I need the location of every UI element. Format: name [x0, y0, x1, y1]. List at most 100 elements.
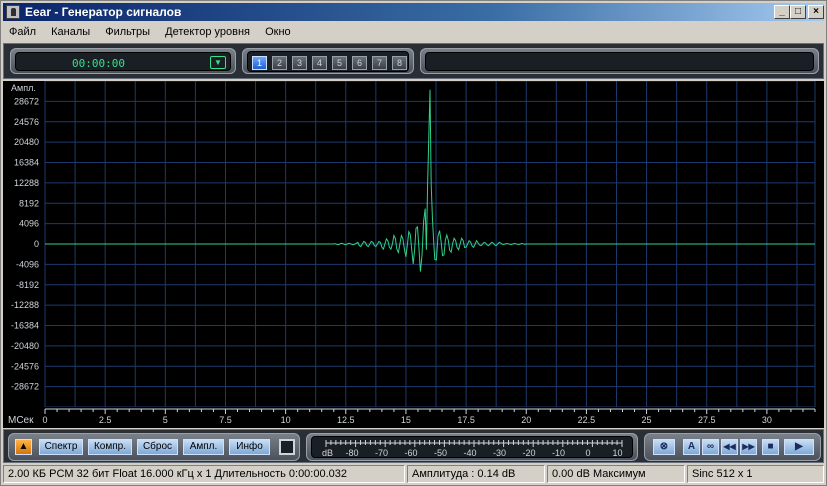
channel-button-8[interactable]: 8 [392, 56, 407, 70]
minimize-button[interactable]: _ [774, 5, 790, 19]
x-tick-label: 10 [281, 415, 291, 425]
channel-button-1[interactable]: 1 [252, 56, 267, 70]
status-amplitude: Амплитуда : 0.14 dB [407, 465, 545, 483]
y-axis-title: Ампл. [11, 83, 36, 93]
timecode-display: 00:00:00 ▼ [15, 52, 231, 71]
close-button[interactable]: × [808, 5, 824, 19]
x-tick-label: 22.5 [578, 415, 596, 425]
stop-icon[interactable]: ■ [762, 439, 779, 455]
app-window: Eear - Генератор сигналов _ □ × Файл Кан… [0, 0, 827, 486]
window-title: Eear - Генератор сигналов [25, 5, 182, 19]
x-tick-label: 30 [762, 415, 772, 425]
y-tick-label: -16384 [11, 321, 39, 331]
x-tick-label: 5 [163, 415, 168, 425]
level-meter-panel: dB -80 -70 -60 -50 -40 -30 -20 -10 0 10 [306, 433, 638, 461]
meter-tick-label: -30 [493, 448, 506, 458]
meter-tick-label: 0 [585, 448, 590, 458]
reset-button[interactable]: Сброс [137, 439, 178, 455]
y-tick-label: -20480 [11, 341, 39, 351]
y-tick-label: 24576 [14, 117, 39, 127]
title-bar: Eear - Генератор сигналов _ □ × [3, 3, 824, 21]
meter-tick-label: -60 [404, 448, 417, 458]
x-tick-label: 7.5 [219, 415, 232, 425]
app-icon[interactable] [6, 5, 20, 19]
level-meter: dB -80 -70 -60 -50 -40 -30 -20 -10 0 10 [311, 436, 633, 458]
channel-button-2[interactable]: 2 [272, 56, 287, 70]
meter-svg: dB -80 -70 -60 -50 -40 -30 -20 -10 0 10 [322, 440, 623, 458]
x-tick-label: 15 [401, 415, 411, 425]
status-filter: Sinc 512 x 1 [687, 465, 824, 483]
x-tick-label: 27.5 [698, 415, 716, 425]
menu-file[interactable]: Файл [3, 23, 42, 43]
x-tick-label: 0 [42, 415, 47, 425]
x-axis-title: МСек [8, 415, 34, 426]
meter-tick-label: -20 [522, 448, 535, 458]
timecode-value: 00:00:00 [72, 57, 125, 70]
auto-button[interactable]: A [683, 439, 700, 455]
x-tick-label: 12.5 [337, 415, 355, 425]
menu-bar: Файл Каналы Фильтры Детектор уровня Окно [3, 23, 824, 43]
meter-tick-label: -80 [345, 448, 358, 458]
channel-strip: 1 2 3 4 5 6 7 8 [247, 51, 409, 72]
channel-button-6[interactable]: 6 [352, 56, 367, 70]
meter-tick-label: 10 [612, 448, 622, 458]
x-tick-label: 25 [642, 415, 652, 425]
view-panel: ▲ Спектр Компр. Сброс Ампл. Инфо [8, 433, 300, 461]
channel-panel: 1 2 3 4 5 6 7 8 [242, 48, 414, 74]
loop-icon[interactable]: ∞ [702, 439, 719, 455]
play-icon[interactable]: ▶ [784, 439, 814, 455]
y-tick-label: -4096 [16, 259, 39, 269]
waveform-plot[interactable]: 28672 24576 20480 16384 12288 8192 4096 0 -4096 -… [3, 81, 824, 428]
menu-level-detector[interactable]: Детектор уровня [159, 23, 256, 43]
menu-channels[interactable]: Каналы [45, 23, 96, 43]
meter-tick-label: -10 [552, 448, 565, 458]
fast-forward-icon[interactable]: ▶▶ [740, 439, 757, 455]
y-tick-label: 0 [34, 239, 39, 249]
warning-icon[interactable]: ▲ [15, 439, 32, 455]
channel-button-3[interactable]: 3 [292, 56, 307, 70]
y-tick-label: -24576 [11, 361, 39, 371]
amplitude-button[interactable]: Ампл. [183, 439, 224, 455]
channel-button-7[interactable]: 7 [372, 56, 387, 70]
y-axis-labels: 28672 24576 20480 16384 12288 8192 4096 0 -4096 -… [11, 96, 39, 391]
record-checkbox[interactable] [279, 439, 295, 455]
bottom-controls: ▲ Спектр Компр. Сброс Ампл. Инфо dB -80 -7… [3, 429, 824, 463]
x-tick-label: 2.5 [99, 415, 112, 425]
channel-button-4[interactable]: 4 [312, 56, 327, 70]
y-tick-label: 20480 [14, 137, 39, 147]
spectrum-button[interactable]: Спектр [39, 439, 83, 455]
y-tick-label: 8192 [19, 198, 39, 208]
menu-window[interactable]: Окно [259, 23, 297, 43]
x-tick-label: 20 [521, 415, 531, 425]
status-format: 2.00 КБ PCM 32 бит Float 16.000 кГц x 1 … [3, 465, 405, 483]
rewind-icon[interactable]: ◀◀ [721, 439, 738, 455]
x-axis: 0 2.5 5 7.5 10 12.5 15 17.5 20 22.5 25 27.5 30 [3, 407, 824, 428]
y-tick-label: 12288 [14, 178, 39, 188]
channel-button-5[interactable]: 5 [332, 56, 347, 70]
y-tick-label: -8192 [16, 280, 39, 290]
y-tick-label: 4096 [19, 219, 39, 229]
menu-filters[interactable]: Фильтры [99, 23, 156, 43]
status-max: 0.00 dB Максимум [547, 465, 685, 483]
y-tick-label: -12288 [11, 300, 39, 310]
timecode-panel: 00:00:00 ▼ [10, 48, 236, 74]
waveform-svg: 28672 24576 20480 16384 12288 8192 4096 0 -4096 -… [3, 81, 824, 428]
transport-panel: ⊗ A ∞ ◀◀ ▶▶ ■ ▶ [644, 433, 821, 461]
cancel-icon[interactable]: ⊗ [653, 439, 675, 455]
meter-unit-label: dB [322, 448, 333, 458]
chevron-down-icon[interactable]: ▼ [210, 56, 226, 69]
meter-tick-label: -50 [434, 448, 447, 458]
y-tick-label: 16384 [14, 158, 39, 168]
status-bar: 2.00 КБ PCM 32 бит Float 16.000 кГц x 1 … [3, 465, 824, 484]
y-tick-label: -28672 [11, 382, 39, 392]
toolbar: 00:00:00 ▼ 1 2 3 4 5 6 7 8 [3, 43, 824, 79]
info-display [425, 52, 814, 71]
y-tick-label: 28672 [14, 96, 39, 106]
maximize-button[interactable]: □ [790, 5, 806, 19]
meter-tick-label: -70 [375, 448, 388, 458]
compressor-button[interactable]: Компр. [88, 439, 132, 455]
info-button[interactable]: Инфо [229, 439, 270, 455]
info-panel [420, 48, 819, 74]
x-tick-label: 17.5 [457, 415, 475, 425]
meter-tick-label: -40 [463, 448, 476, 458]
